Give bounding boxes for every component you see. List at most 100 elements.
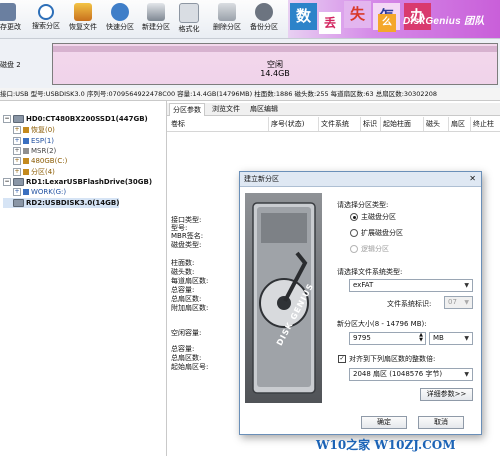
detail-params-button[interactable]: 详细参数>>	[420, 388, 473, 401]
column-header[interactable]: 序号(状态)	[268, 117, 304, 131]
dialog-title-bar[interactable]: 建立新分区 ✕	[240, 172, 481, 187]
radio-selected-icon	[350, 213, 358, 221]
size-unit-value: MB	[433, 334, 444, 342]
tab-browse-files[interactable]: 浏览文件	[209, 103, 243, 115]
recover-files-button[interactable]: 恢复文件	[64, 0, 102, 38]
partition-icon	[23, 169, 29, 175]
delete-partition-button[interactable]: 删除分区	[208, 0, 246, 38]
detail-label: 柱面数:	[171, 259, 195, 267]
collapse-icon[interactable]: −	[3, 178, 11, 186]
detail-label: 空闲容量:	[171, 329, 202, 337]
fs-type-label: 请选择文件系统类型:	[337, 268, 403, 276]
size-value: 9795	[353, 334, 371, 342]
ok-button[interactable]: 确定	[361, 416, 407, 429]
chevron-down-icon: ▼	[464, 371, 469, 378]
fs-type-select[interactable]: exFAT ▼	[349, 279, 473, 292]
site-watermark: W10之家 W10ZJ.COM	[316, 438, 456, 452]
radio-label: 逻辑分区	[361, 245, 389, 253]
banner-char: 丢	[319, 12, 341, 34]
radio-icon	[350, 229, 358, 237]
column-header[interactable]: 文件系统	[318, 117, 349, 131]
partition-icon	[23, 138, 29, 144]
banner-char: 数	[290, 3, 317, 30]
radio-label: 扩展磁盘分区	[361, 229, 403, 237]
save-changes-button[interactable]: 保存更改	[0, 0, 26, 38]
free-space-size: 14.4GB	[260, 69, 290, 78]
chevron-down-icon: ▼	[464, 299, 469, 306]
column-header[interactable]: 扇区	[448, 117, 465, 131]
tree-item-partition[interactable]: + 分区(4)	[13, 167, 55, 177]
expand-icon[interactable]: +	[13, 126, 21, 134]
column-header[interactable]: 起始柱面	[380, 117, 411, 131]
column-header[interactable]: 标识	[360, 117, 377, 131]
fs-id-select[interactable]: 07 ▼	[444, 296, 473, 309]
tree-item-disk[interactable]: − HD0:CT480BX200SSD1(447GB)	[3, 114, 148, 124]
column-header[interactable]: 磁头	[423, 117, 440, 131]
collapse-icon[interactable]: −	[3, 115, 11, 123]
detail-label: 附加扇区数:	[171, 304, 209, 312]
tree-item-partition[interactable]: + 恢复(0)	[13, 125, 55, 135]
free-space-label: 空闲 14.4GB	[52, 60, 498, 78]
fs-id-value: 07	[448, 298, 457, 306]
tab-sector-editor[interactable]: 扇区编辑	[247, 103, 281, 115]
format-button[interactable]: 格式化	[170, 0, 208, 38]
backup-partition-button[interactable]: 备份分区	[245, 0, 283, 38]
expand-icon[interactable]: +	[13, 157, 21, 165]
banner-char: 失	[344, 1, 371, 28]
detail-label: 磁头数:	[171, 268, 195, 276]
align-label: 对齐到下列扇区数的整数倍:	[349, 355, 436, 363]
radio-primary-partition[interactable]: 主磁盘分区	[350, 212, 396, 222]
tree-item-label: 分区(4)	[31, 168, 55, 176]
hard-disk-icon	[13, 115, 24, 123]
radio-extended-partition[interactable]: 扩展磁盘分区	[350, 228, 403, 238]
size-input[interactable]: 9795 ▲ ▼	[349, 332, 426, 345]
search-partition-button[interactable]: 搜索分区	[27, 0, 65, 38]
partition-icon	[23, 158, 29, 164]
checkbox-checked-icon: ✓	[338, 355, 346, 363]
detail-label: 总容量:	[171, 286, 195, 294]
quick-partition-button[interactable]: 快速分区	[101, 0, 139, 38]
detail-label: 总扇区数:	[171, 295, 202, 303]
new-partition-icon	[147, 3, 165, 21]
expand-icon[interactable]: +	[13, 168, 21, 176]
delete-icon	[218, 3, 236, 21]
column-header[interactable]: 终止柱	[470, 117, 494, 131]
dialog-title: 建立新分区	[244, 175, 279, 183]
align-checkbox[interactable]: ✓ 对齐到下列扇区数的整数倍:	[338, 354, 435, 364]
detail-label: 总容量:	[171, 345, 195, 353]
radio-logical-partition[interactable]: 逻辑分区	[350, 244, 389, 254]
tree-item-label: RD1:LexarUSBFlashDrive(30GB)	[26, 178, 153, 186]
radio-label: 主磁盘分区	[361, 213, 396, 221]
align-select[interactable]: 2048 扇区 (1048576 字节) ▼	[349, 368, 473, 381]
tree-item-partition[interactable]: + MSR(2)	[13, 146, 56, 156]
tree-item-partition[interactable]: + ESP(1)	[13, 136, 54, 146]
expand-icon[interactable]: +	[13, 147, 21, 155]
tree-item-partition[interactable]: + WORK(G:)	[13, 187, 66, 197]
tree-item-label: 480GB(C:)	[31, 157, 68, 165]
free-space-title: 空闲	[267, 60, 283, 69]
cancel-button[interactable]: 取消	[418, 416, 464, 429]
tab-partition-params[interactable]: 分区参数	[169, 103, 205, 116]
search-icon	[38, 4, 54, 20]
partition-table-header: 卷标 序号(状态) 文件系统 标识 起始柱面 磁头 扇区 终止柱	[167, 117, 500, 132]
quick-partition-icon	[111, 3, 129, 21]
spin-arrows-icon[interactable]: ▲ ▼	[419, 333, 423, 343]
brand-label: DiskGenius 团队	[403, 16, 485, 27]
format-icon	[179, 3, 199, 23]
banner-char: 么	[378, 14, 396, 32]
fs-type-value: exFAT	[353, 281, 374, 289]
close-icon[interactable]: ✕	[469, 172, 476, 186]
tree-item-disk-selected[interactable]: RD2:USBDISK3.0(14GB)	[3, 198, 120, 208]
expand-icon[interactable]: +	[13, 137, 21, 145]
detail-label: 总扇区数:	[171, 354, 202, 362]
detail-tabs: 分区参数 浏览文件 扇区编辑	[167, 103, 500, 116]
expand-icon[interactable]: +	[13, 188, 21, 196]
tree-item-disk[interactable]: − RD1:LexarUSBFlashDrive(30GB)	[3, 177, 152, 187]
detail-label: MBR签名:	[171, 232, 204, 240]
column-header[interactable]: 卷标	[169, 117, 185, 131]
disk-info-bar: 接口:USB 型号:USBDISK3.0 序列号:0709564922478C0…	[0, 88, 500, 101]
backup-icon	[255, 3, 273, 21]
size-unit-select[interactable]: MB ▼	[429, 332, 473, 345]
detail-label: 磁盘类型:	[171, 241, 202, 249]
tree-item-partition[interactable]: +480GB(C:)	[13, 156, 67, 166]
